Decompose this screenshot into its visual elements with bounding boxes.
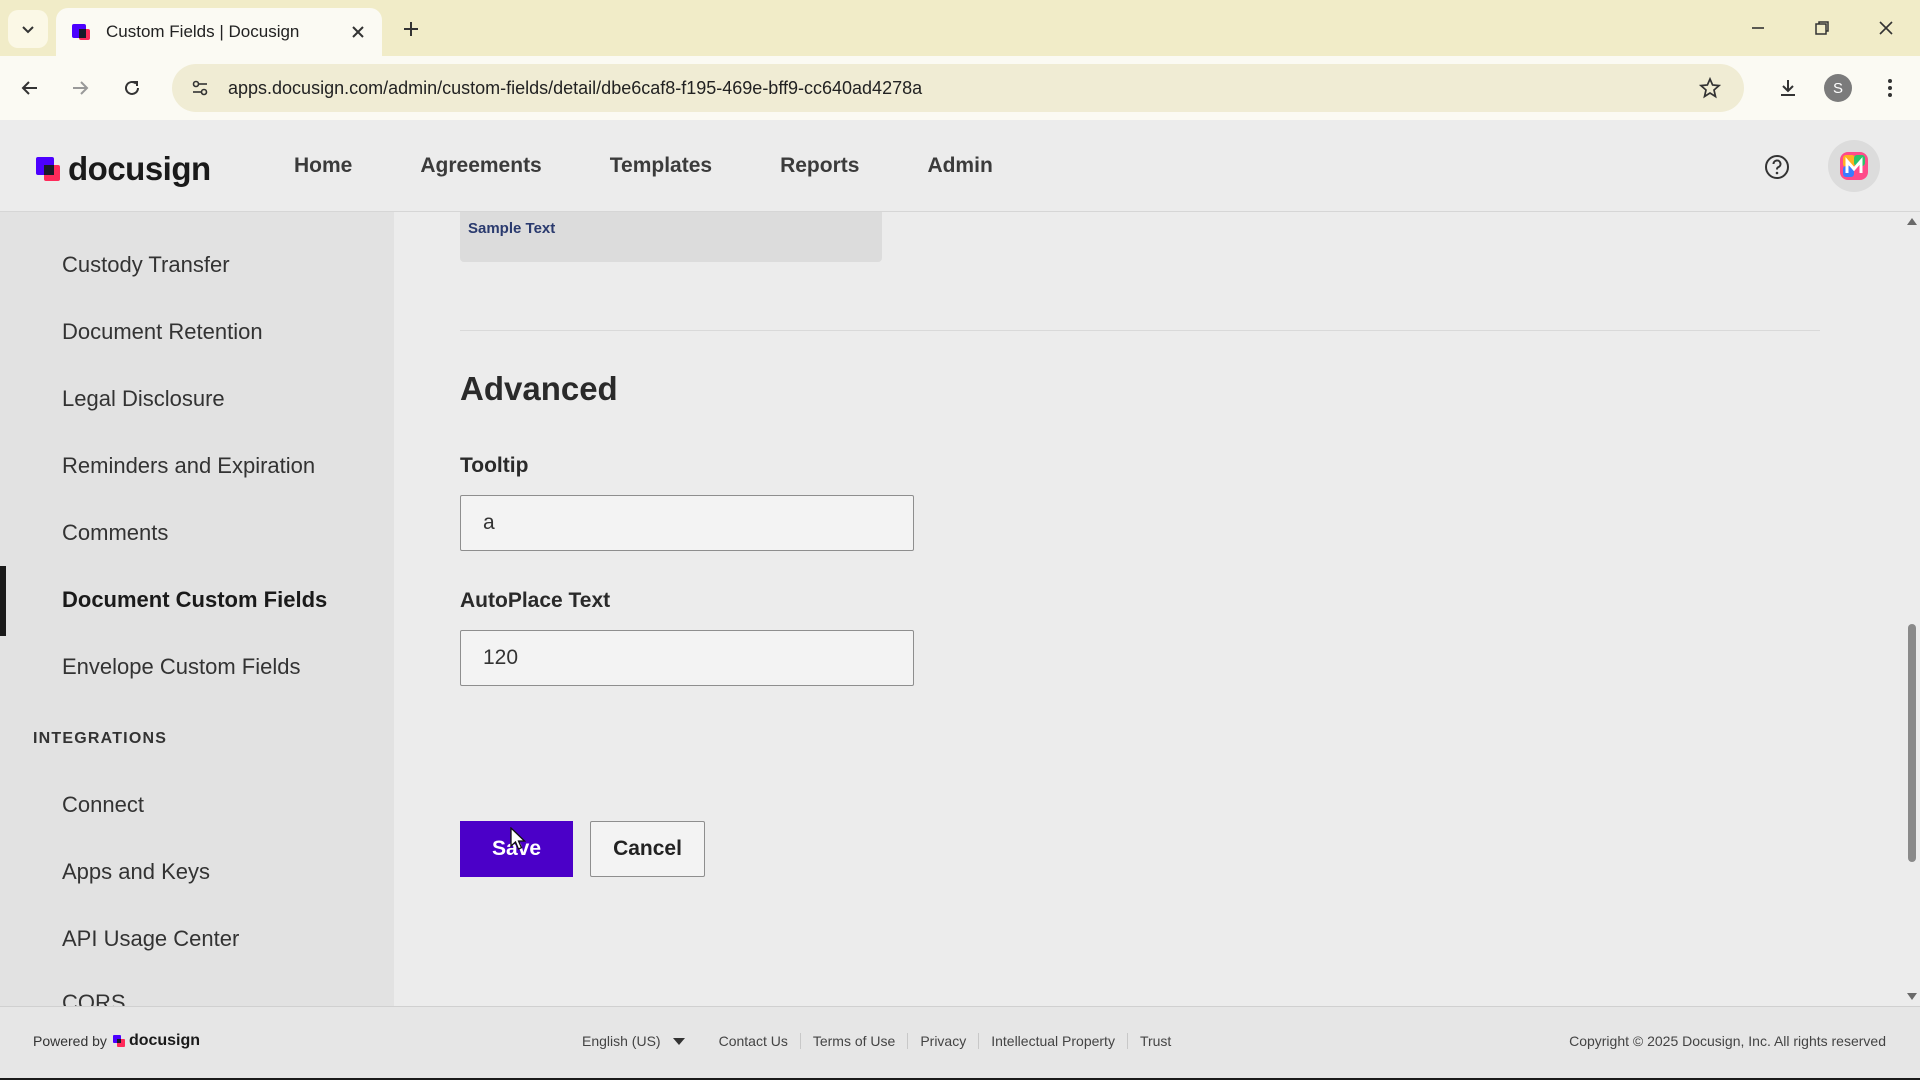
app-header: docusign Home Agreements Templates Repor…	[0, 120, 1920, 212]
plus-icon	[404, 22, 418, 36]
footer-link-terms-of-use[interactable]: Terms of Use	[799, 1033, 907, 1049]
sidebar-item-envelope-custom-fields[interactable]: Envelope Custom Fields	[62, 654, 300, 680]
section-divider	[460, 330, 1820, 331]
preview-sample-text: Sample Text	[468, 220, 556, 237]
url-text: apps.docusign.com/admin/custom-fields/de…	[228, 77, 923, 98]
cancel-button[interactable]: Cancel	[590, 821, 705, 877]
language-value: English (US)	[582, 1033, 661, 1049]
browser-tab-strip: Custom Fields | Docusign	[0, 0, 1920, 56]
reload-icon	[125, 80, 139, 95]
window-minimize-button[interactable]	[1734, 10, 1782, 46]
more-vertical-icon	[1888, 79, 1892, 97]
admin-sidebar: Custody Transfer Document Retention Lega…	[0, 212, 394, 1006]
tab-title: Custom Fields | Docusign	[106, 22, 300, 41]
footer-link-contact-us[interactable]: Contact Us	[707, 1033, 800, 1049]
footer-link-intellectual-property[interactable]: Intellectual Property	[978, 1033, 1127, 1049]
custom-field-detail: Sample Text Advanced Tooltip AutoPlace T…	[394, 212, 1904, 1006]
tooltip-input[interactable]	[460, 495, 914, 551]
nav-templates[interactable]: Templates	[610, 154, 712, 178]
profile-avatar: S	[1824, 74, 1852, 102]
star-icon	[1699, 77, 1721, 99]
sidebar-item-custody-transfer[interactable]: Custody Transfer	[62, 252, 230, 278]
browser-toolbar: apps.docusign.com/admin/custom-fields/de…	[0, 56, 1920, 120]
arrow-left-icon	[21, 81, 37, 95]
autoplace-text-label: AutoPlace Text	[460, 589, 611, 612]
scroll-down-arrow-icon[interactable]	[1907, 993, 1917, 1000]
nav-home[interactable]: Home	[294, 154, 352, 178]
page-footer: Powered by docusign English (US) Contact…	[0, 1006, 1920, 1078]
back-button[interactable]	[14, 72, 46, 104]
downloads-button[interactable]	[1772, 72, 1804, 104]
main-navigation: Home Agreements Templates Reports Admin	[294, 154, 1061, 178]
window-restore-button[interactable]	[1798, 10, 1846, 46]
page-scrollbar[interactable]	[1904, 212, 1920, 1006]
restore-icon	[1815, 21, 1829, 35]
sidebar-item-legal-disclosure[interactable]: Legal Disclosure	[62, 386, 225, 412]
docusign-logo-icon	[36, 157, 60, 181]
sidebar-item-cors[interactable]: CORS	[62, 990, 126, 1006]
arrow-right-icon	[73, 81, 89, 95]
tooltip-label: Tooltip	[460, 454, 529, 477]
autoplace-text-input[interactable]	[460, 630, 914, 686]
docusign-mini-logo-icon	[112, 1035, 125, 1047]
brand-name: docusign	[68, 150, 211, 187]
nav-agreements[interactable]: Agreements	[420, 154, 541, 178]
footer-links: English (US) Contact Us Terms of Use Pri…	[582, 1033, 1183, 1049]
browser-menu-button[interactable]	[1874, 72, 1906, 104]
sidebar-item-reminders-expiration[interactable]: Reminders and Expiration	[62, 453, 315, 479]
copyright-text: Copyright © 2025 Docusign, Inc. All righ…	[1569, 1033, 1886, 1049]
sidebar-heading-integrations: INTEGRATIONS	[33, 730, 168, 747]
download-icon	[1781, 80, 1795, 96]
sidebar-item-apps-and-keys[interactable]: Apps and Keys	[62, 859, 210, 885]
footer-link-privacy[interactable]: Privacy	[907, 1033, 978, 1049]
sidebar-item-comments[interactable]: Comments	[62, 520, 168, 546]
browser-tab-active[interactable]: Custom Fields | Docusign	[56, 8, 382, 56]
scrollbar-thumb[interactable]	[1908, 624, 1916, 862]
address-bar[interactable]: apps.docusign.com/admin/custom-fields/de…	[172, 64, 1744, 112]
powered-by: Powered by docusign	[33, 1032, 200, 1050]
bookmark-button[interactable]	[1690, 77, 1730, 99]
help-button[interactable]	[1762, 152, 1792, 182]
reload-button[interactable]	[116, 72, 148, 104]
forward-button[interactable]	[64, 72, 96, 104]
scroll-up-arrow-icon[interactable]	[1907, 218, 1917, 225]
language-selector[interactable]: English (US)	[582, 1033, 685, 1049]
footer-link-trust[interactable]: Trust	[1126, 1033, 1183, 1049]
window-close-button[interactable]	[1862, 10, 1910, 46]
sidebar-item-document-custom-fields[interactable]: Document Custom Fields	[62, 587, 327, 613]
minimize-icon	[1752, 27, 1764, 29]
help-icon	[1765, 155, 1789, 179]
sidebar-item-connect[interactable]: Connect	[62, 792, 144, 818]
sidebar-item-api-usage-center[interactable]: API Usage Center	[62, 926, 239, 952]
close-icon	[1879, 21, 1893, 35]
nav-reports[interactable]: Reports	[780, 154, 859, 178]
section-title-advanced: Advanced	[460, 370, 618, 407]
new-tab-button[interactable]	[396, 14, 426, 44]
docusign-favicon-icon	[72, 24, 90, 40]
tab-close-button[interactable]	[348, 22, 368, 42]
user-avatar-icon	[1840, 152, 1868, 180]
chevron-down-icon	[22, 26, 34, 34]
user-avatar-button[interactable]	[1828, 140, 1880, 192]
mouse-cursor-icon	[510, 827, 527, 850]
site-settings-button[interactable]	[180, 78, 220, 98]
docusign-logo[interactable]: docusign	[34, 150, 211, 188]
active-item-indicator	[0, 566, 6, 636]
field-preview: Sample Text	[460, 212, 882, 262]
tab-search-button[interactable]	[8, 10, 48, 48]
caret-down-icon	[672, 1037, 685, 1045]
footer-brand: docusign	[128, 1032, 201, 1049]
sidebar-item-document-retention[interactable]: Document Retention	[62, 319, 263, 345]
tune-icon	[192, 80, 208, 96]
powered-by-text: Powered by	[33, 1033, 107, 1049]
profile-button[interactable]: S	[1822, 72, 1854, 104]
close-icon	[352, 26, 364, 38]
nav-admin[interactable]: Admin	[927, 154, 992, 178]
